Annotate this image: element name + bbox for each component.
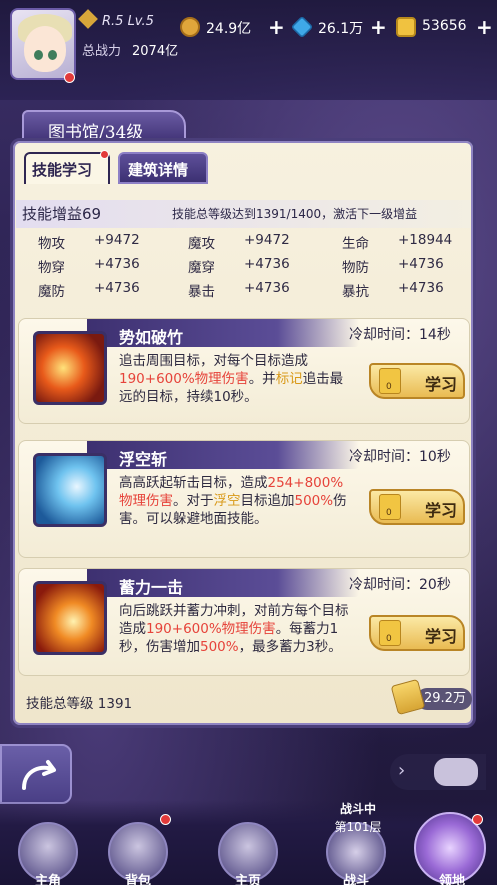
skill-air-slash-icon (33, 453, 107, 527)
stat-label: 暴击 (188, 284, 215, 300)
desc-text: 。并 (248, 371, 276, 387)
nav-label: 领地 (438, 874, 465, 885)
stat-label: 暴抗 (342, 284, 369, 300)
resource-ticket: 53656 + (396, 15, 496, 39)
total-cost: 29.2万 (416, 688, 472, 710)
stat-value: +9472 (244, 232, 290, 248)
stat-value: +4736 (398, 256, 444, 272)
stat-label: 魔穿 (188, 260, 215, 276)
tab-skill-learning-label: 技能学习 (32, 161, 93, 179)
add-gem-button[interactable]: + (370, 15, 387, 39)
skill-description: 高高跃起斩击目标，造成254+800%物理伤害。对于浮空目标追加500%伤害。可… (119, 474, 353, 528)
learn-button-label: 学习 (425, 501, 458, 520)
skill-slash-icon (33, 331, 107, 405)
learn-button-label: 学习 (425, 375, 458, 394)
nav-label: 主页 (234, 874, 261, 885)
learn-button-label: 学习 (425, 627, 458, 646)
nav-item-hero[interactable]: 主角 (8, 808, 88, 885)
resource-gem-value: 26.1万 (318, 21, 364, 37)
tab-building-details[interactable]: 建筑详情 (118, 152, 208, 184)
skill-card: 势如破竹 冷却时间：14秒 追击周围目标，对每个目标造成 190+600%物理伤害… (18, 318, 470, 424)
desc-keyword: 浮空 (213, 493, 241, 509)
power-value: 2074亿 (132, 44, 179, 59)
desc-text: ，最多蓄力3秒。 (238, 639, 342, 655)
stat-value: +4736 (244, 256, 290, 272)
stats-title: 技能增益69 (22, 205, 102, 223)
total-skill-level: 技能总等级 1391 (26, 696, 133, 712)
stat-label: 物穿 (38, 260, 65, 276)
skill-name: 蓄力一击 (119, 578, 184, 597)
avatar-eye-right (48, 50, 57, 60)
chevron-right-icon: › (398, 760, 406, 781)
desc-text: 追击周围目标，对每个目标造成 (119, 353, 308, 369)
skill-card: 浮空斩 冷却时间：10秒 高高跃起斩击目标，造成254+800%物理伤害。对于浮… (18, 440, 470, 558)
stat-value: +4736 (94, 280, 140, 296)
stat-label: 物防 (342, 260, 369, 276)
desc-keyword: 标记 (275, 371, 303, 387)
skill-description: 向后跳跃并蓄力冲刺，对前方每个目标造成190+600%物理伤害。每蓄力1秒，伤害… (119, 602, 353, 656)
skill-cooldown: 冷却时间：10秒 (349, 449, 451, 465)
back-button[interactable] (0, 744, 72, 804)
skill-book-count: 0 (386, 508, 392, 518)
chat-bubble-icon (434, 758, 478, 786)
avatar-face (24, 26, 66, 72)
skill-description: 追击周围目标，对每个目标造成190+600%物理伤害。并标记追击最远的目标，持续… (119, 352, 353, 406)
skill-card: 蓄力一击 冷却时间：20秒 向后跳跃并蓄力冲刺，对前方每个目标造成190+600… (18, 568, 470, 676)
add-gold-button[interactable]: + (268, 15, 285, 39)
stat-label: 物攻 (38, 236, 65, 252)
tab-skill-learning[interactable]: 技能学习 (24, 152, 110, 184)
desc-highlight: 500% (200, 639, 239, 655)
stat-value: +4736 (94, 256, 140, 272)
skill-name: 势如破竹 (119, 328, 184, 347)
skill-book-count: 0 (386, 382, 392, 392)
player-rank: R.5 Lv.5 (102, 14, 154, 29)
add-ticket-button[interactable]: + (476, 15, 493, 39)
resource-gem: 26.1万 + (290, 15, 392, 39)
battle-status: 战斗中 (339, 802, 376, 816)
resource-ticket-value: 53656 (422, 18, 467, 34)
nav-label: 背包 (124, 874, 151, 885)
tab-notification-dot (100, 150, 109, 159)
stat-value: +4736 (244, 280, 290, 296)
nav-item-home[interactable]: 主页 (208, 808, 288, 885)
gem-icon (290, 15, 314, 39)
desc-text: 目标追加 (240, 493, 295, 509)
learn-button[interactable]: 0 学习 (369, 363, 465, 399)
chat-button[interactable]: › (390, 754, 486, 790)
stat-value: +18944 (398, 232, 453, 248)
skill-cooldown: 冷却时间：14秒 (349, 327, 451, 343)
battle-level: 第101层 (334, 820, 382, 834)
stats-note: 技能总等级达到1391/1400，激活下一级增益 (172, 207, 418, 221)
desc-text: 。对于 (173, 493, 214, 509)
curve-arrow-icon (22, 760, 56, 790)
gold-coin-icon (180, 17, 200, 37)
stat-label: 魔防 (38, 284, 65, 300)
tab-building-details-label: 建筑详情 (128, 161, 189, 179)
player-avatar[interactable] (10, 8, 76, 80)
territory-notification-dot (472, 814, 483, 825)
stat-value: +9472 (94, 232, 140, 248)
desc-highlight: 190+600%物理伤害 (146, 621, 276, 637)
skill-book-count: 0 (386, 634, 392, 644)
learn-button[interactable]: 0 学习 (369, 489, 465, 525)
power-label: 总战力 (82, 44, 122, 59)
avatar-notification-dot (64, 72, 75, 83)
desc-highlight: 190+600%物理伤害 (119, 371, 249, 387)
stat-label: 魔攻 (188, 236, 215, 252)
desc-highlight: 500% (294, 493, 334, 509)
nav-label: 战斗 (342, 874, 369, 885)
skill-charge-strike-icon (33, 581, 107, 655)
ticket-icon (396, 17, 416, 37)
bag-notification-dot (160, 814, 171, 825)
stat-label: 生命 (342, 236, 369, 252)
resource-gold-value: 24.9亿 (206, 21, 252, 37)
desc-text: 高高跃起斩击目标，造成 (119, 475, 268, 491)
resource-gold: 24.9亿 + (180, 15, 290, 39)
stat-value: +4736 (398, 280, 444, 296)
learn-button[interactable]: 0 学习 (369, 615, 465, 651)
avatar-eye-left (34, 50, 43, 60)
skill-name: 浮空斩 (119, 450, 168, 469)
nav-label: 主角 (34, 874, 61, 885)
skill-cooldown: 冷却时间：20秒 (349, 577, 451, 593)
